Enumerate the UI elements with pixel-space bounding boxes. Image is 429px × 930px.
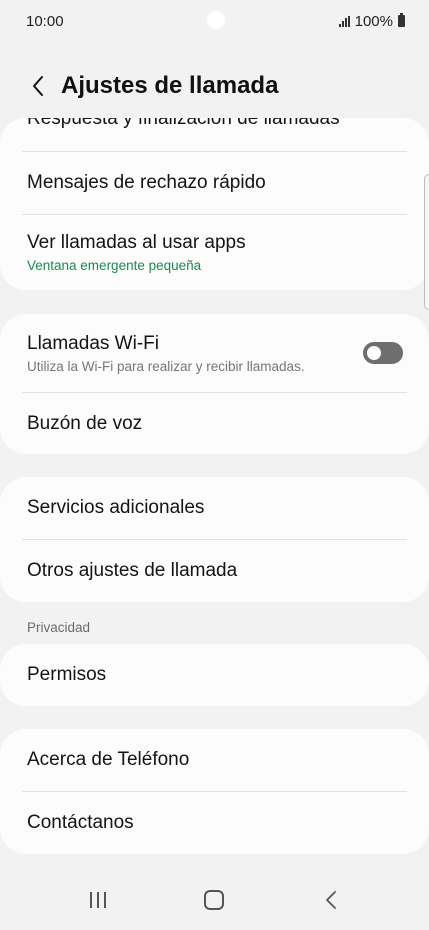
other-call-settings-item[interactable]: Otros ajustes de llamada [0, 540, 429, 602]
page-title: Ajustes de llamada [61, 72, 279, 99]
row-title: Buzón de voz [27, 412, 143, 434]
wifi-calling-item[interactable]: Llamadas Wi-Fi Utiliza la Wi-Fi para rea… [0, 314, 429, 392]
settings-card-additional: Servicios adicionales Otros ajustes de l… [0, 477, 429, 602]
row-title: Contáctanos [27, 812, 134, 833]
row-title: Servicios adicionales [27, 497, 205, 518]
row-title: Permisos [27, 664, 107, 685]
status-time: 10:00 [26, 12, 64, 30]
wifi-calling-toggle[interactable] [363, 342, 403, 364]
row-subtitle: Ventana emergente pequeña [27, 258, 202, 273]
chevron-left-icon [33, 76, 43, 96]
additional-services-item[interactable]: Servicios adicionales [0, 477, 429, 539]
row-title: Acerca de Teléfono [27, 749, 190, 770]
nav-back-button[interactable] [301, 880, 361, 920]
contact-us-item[interactable]: Contáctanos [0, 792, 429, 854]
recents-button[interactable] [68, 880, 128, 920]
scrollbar[interactable] [424, 174, 429, 310]
row-title: Llamadas Wi-Fi [27, 332, 159, 354]
home-button[interactable] [184, 880, 244, 920]
status-icons: 100% [338, 12, 405, 30]
row-title: Otros ajustes de llamada [27, 560, 238, 581]
home-icon [204, 890, 225, 910]
row-title: Mensajes de rechazo rápido [27, 172, 266, 193]
battery-icon [398, 13, 405, 27]
settings-card-about: Acerca de Teléfono Contáctanos [0, 729, 429, 854]
settings-card-wifi: Llamadas Wi-Fi Utiliza la Wi-Fi para rea… [0, 314, 429, 454]
row-subtitle: Utiliza la Wi-Fi para realizar y recibir… [27, 358, 305, 374]
header: Ajustes de llamada [0, 62, 429, 110]
navigation-bar [0, 870, 429, 930]
about-phone-item[interactable]: Acerca de Teléfono [0, 729, 429, 791]
section-label-privacy: Privacidad [27, 620, 91, 635]
settings-card-calls: Respuesta y finalización de llamadas Men… [0, 118, 429, 290]
answering-ending-calls-item[interactable]: Respuesta y finalización de llamadas [0, 118, 429, 134]
nav-back-icon [325, 891, 336, 909]
permissions-item[interactable]: Permisos [0, 644, 429, 706]
toggle-knob [367, 346, 381, 360]
settings-card-privacy: Permisos [0, 644, 429, 706]
camera-cutout [207, 11, 225, 29]
battery-percentage: 100% [354, 12, 393, 30]
settings-list[interactable]: Respuesta y finalización de llamadas Men… [0, 118, 429, 870]
voicemail-item[interactable]: Buzón de voz [0, 393, 429, 454]
signal-icon [338, 15, 350, 27]
quick-decline-messages-item[interactable]: Mensajes de rechazo rápido [0, 152, 429, 214]
back-button[interactable] [18, 66, 58, 106]
row-title: Ver llamadas al usar apps [27, 232, 246, 253]
row-title: Respuesta y finalización de llamadas [27, 118, 340, 129]
calls-while-using-apps-item[interactable]: Ver llamadas al usar apps Ventana emerge… [0, 215, 429, 290]
recents-icon [90, 892, 107, 908]
